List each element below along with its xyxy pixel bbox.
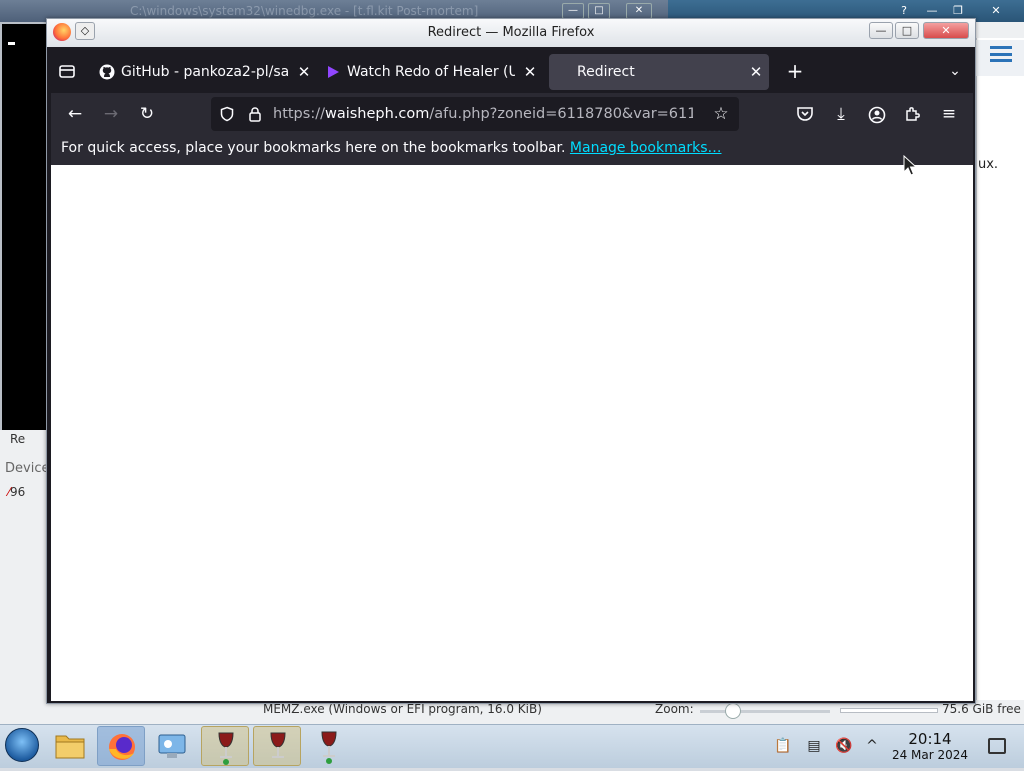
back-button[interactable]: ← (61, 101, 89, 127)
close-button[interactable]: ✕ (923, 22, 969, 39)
list-all-tabs-icon[interactable]: ⌄ (941, 57, 969, 85)
tab-redirect[interactable]: Redirect ✕ (549, 54, 769, 90)
volume-muted-icon[interactable]: 🔇 (834, 736, 854, 756)
window-title: Redirect — Mozilla Firefox (427, 25, 595, 40)
status-file-info: MEMZ.exe (Windows or EFI program, 16.0 K… (263, 702, 542, 716)
new-tab-button[interactable]: + (781, 57, 809, 85)
taskbar-file-manager[interactable] (46, 726, 94, 766)
wine-glass-icon (218, 732, 234, 765)
wine-glass-icon (321, 731, 337, 764)
bookmarks-toolbar: For quick access, place your bookmarks h… (51, 135, 973, 165)
close-button[interactable]: ✕ (626, 3, 652, 19)
navigation-toolbar: ← → ↻ https://waisheph.com/afu.php?zonei… (51, 93, 973, 135)
zoom-slider[interactable] (700, 710, 830, 713)
bookmarks-hint: For quick access, place your bookmarks h… (61, 140, 566, 156)
chevron-up-icon[interactable]: ^ (862, 736, 882, 756)
minimize-button[interactable]: — (562, 3, 584, 19)
sidebar-item[interactable]: Re (10, 432, 48, 446)
terminal-window[interactable] (0, 22, 48, 436)
pocket-icon[interactable] (796, 106, 814, 122)
zoom-label: Zoom: (655, 702, 694, 716)
tab-strip: GitHub - pankoza2-pl/sal ✕ Watch Redo of… (51, 51, 973, 91)
device-item[interactable]: ⁄96 (8, 485, 25, 499)
play-icon (328, 66, 339, 78)
disk-usage-bar (840, 708, 938, 713)
forward-button[interactable]: → (97, 101, 125, 127)
clock-time[interactable]: 20:14 (896, 730, 964, 748)
downloads-icon[interactable]: ⤓ (827, 101, 855, 127)
reload-button[interactable]: ↻ (133, 101, 161, 127)
tab-close-icon[interactable]: ✕ (747, 54, 765, 90)
taskbar-system-settings[interactable] (148, 726, 196, 766)
tab-github[interactable]: GitHub - pankoza2-pl/sal ✕ (95, 54, 317, 90)
tab-close-icon[interactable]: ✕ (521, 54, 539, 90)
window-titlebar[interactable]: ◇ Redirect — Mozilla Firefox — □ ✕ (47, 19, 975, 47)
tab-title: GitHub - pankoza2-pl/sal (121, 64, 289, 80)
taskbar-wine-app-1[interactable] (201, 726, 249, 766)
free-space-label: 75.6 GiB free (942, 702, 1021, 716)
firefox-view-icon[interactable] (57, 62, 77, 80)
page-content[interactable] (51, 165, 973, 701)
url-bar[interactable]: https://waisheph.com/afu.php?zoneid=6118… (211, 97, 739, 131)
minimize-button[interactable]: — (922, 3, 942, 19)
wine-glass-icon (270, 732, 286, 758)
extensions-icon[interactable] (904, 105, 922, 123)
tracking-protection-icon[interactable] (219, 106, 235, 122)
maximize-button[interactable]: □ (895, 22, 919, 39)
help-icon[interactable]: ? (894, 3, 914, 19)
clipboard-icon[interactable]: 📋 (773, 736, 793, 756)
account-icon[interactable] (868, 106, 886, 124)
close-button[interactable]: ✕ (986, 3, 1006, 19)
lock-icon[interactable] (247, 106, 263, 122)
firefox-icon (53, 23, 71, 41)
maximize-button[interactable]: □ (588, 3, 610, 19)
app-menu-icon[interactable]: ≡ (935, 101, 963, 127)
settings-icon (158, 734, 186, 758)
background-window-title: C:\windows\system32\winedbg.exe - [t.fl.… (130, 4, 479, 18)
bookmark-star-icon[interactable]: ☆ (707, 101, 735, 127)
url-host: waisheph.com (324, 106, 430, 122)
start-menu-button[interactable] (5, 728, 39, 762)
taskbar-wine-app-2[interactable] (253, 726, 301, 766)
show-desktop-icon[interactable] (988, 738, 1006, 754)
folder-icon (55, 735, 85, 759)
url-scheme: https:// (273, 106, 325, 122)
hamburger-menu-icon[interactable] (990, 46, 1012, 62)
tab-title: Watch Redo of Healer (U (347, 64, 515, 80)
tab-close-icon[interactable]: ✕ (295, 54, 313, 90)
minimize-button[interactable]: — (869, 22, 893, 39)
url-text[interactable]: https://waisheph.com/afu.php?zoneid=6118… (273, 97, 693, 131)
right-window-text: ux. (978, 157, 999, 172)
clock-date[interactable]: 24 Mar 2024 (888, 748, 972, 762)
device-label: 96 (10, 485, 26, 499)
github-icon (99, 64, 115, 80)
tab-watch-redo[interactable]: Watch Redo of Healer (U ✕ (321, 54, 543, 90)
taskbar-firefox[interactable] (97, 726, 145, 766)
zoom-slider-handle[interactable] (725, 703, 741, 719)
url-path: /afu.php?zoneid=6118780&var=61187 (429, 106, 693, 122)
restore-button[interactable]: ❐ (948, 3, 968, 19)
manage-bookmarks-link[interactable]: Manage bookmarks… (570, 140, 722, 156)
firefox-icon (109, 734, 135, 760)
right-window-body (976, 38, 1024, 708)
mouse-cursor-icon (903, 155, 917, 176)
terminal-cursor (8, 42, 15, 45)
keep-above-icon[interactable]: ◇ (75, 22, 95, 40)
taskbar-wine-app-3[interactable] (305, 726, 353, 766)
notes-icon[interactable]: ▤ (804, 736, 824, 756)
tab-title: Redirect (577, 64, 635, 80)
firefox-window: ◇ Redirect — Mozilla Firefox — □ ✕ GitHu… (46, 18, 976, 704)
